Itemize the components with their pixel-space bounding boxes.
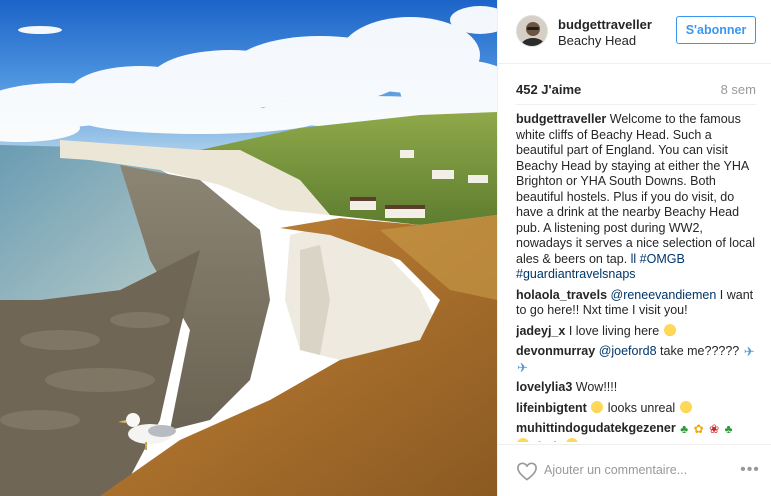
rose-emoji-icon: ❀: [550, 439, 560, 443]
comment-username[interactable]: devonmurray: [516, 344, 595, 358]
list-item: lifeinbigtent looks unreal: [516, 400, 756, 417]
comment-username[interactable]: budgettraveller: [516, 112, 606, 126]
comment-text: take me?????: [656, 344, 740, 358]
post-photo[interactable]: [0, 0, 497, 496]
heart-icon[interactable]: [516, 461, 538, 481]
comment-input[interactable]: [544, 459, 734, 481]
post-location[interactable]: Beachy Head: [558, 33, 636, 48]
avatar-image: [517, 16, 547, 46]
post-username[interactable]: budgettraveller: [558, 17, 652, 32]
sunflower-emoji-icon: ✿: [693, 422, 704, 436]
comment-text: Wow!!!!: [572, 380, 618, 394]
list-item: jadeyj_x I love living here: [516, 323, 756, 340]
comment-username[interactable]: jadeyj_x: [516, 324, 565, 338]
comment-username[interactable]: holaola_travels: [516, 288, 607, 302]
clover-emoji-icon: ♣: [680, 422, 689, 436]
smile-emoji-icon: [565, 437, 578, 442]
divider: [516, 104, 756, 105]
cliffs-photo: [0, 0, 497, 496]
post-side-panel: budgettraveller Beachy Head S'abonner 45…: [497, 0, 771, 496]
avatar[interactable]: [516, 15, 548, 47]
list-item: lovelylia3 Wow!!!!: [516, 380, 756, 396]
smile-emoji-icon: [663, 323, 676, 336]
post-header: budgettraveller Beachy Head S'abonner: [498, 0, 771, 64]
caption-comment: budgettraveller Welcome to the famous wh…: [516, 112, 756, 283]
list-item: muhittindogudatekgezener ♣ ✿ ❀ ♣ ❀ ❀: [516, 421, 756, 442]
clover-emoji-icon: ♣: [724, 422, 733, 436]
hashtag-link[interactable]: ll #OMGB: [631, 252, 685, 266]
airplane-emoji-icon: ✈: [743, 344, 755, 359]
comment-text: Welcome to the famous white cliffs of Be…: [516, 112, 756, 266]
likes-count[interactable]: 452 J'aime: [516, 82, 581, 97]
smile-emoji-icon: [679, 400, 692, 413]
mention-link[interactable]: @joeford8: [599, 344, 657, 358]
smile-emoji-icon: [591, 400, 604, 413]
rose-emoji-icon: ❀: [534, 439, 544, 443]
comment-username[interactable]: lifeinbigtent: [516, 401, 587, 415]
more-options-icon[interactable]: •••: [738, 459, 762, 481]
list-item: devonmurray @joeford8 take me????? ✈ ✈: [516, 344, 756, 375]
airplane-emoji-icon: ✈: [517, 359, 528, 375]
comment-footer: •••: [498, 444, 771, 496]
comments-list[interactable]: budgettraveller Welcome to the famous wh…: [516, 112, 756, 442]
comment-text: looks unreal: [604, 400, 679, 415]
follow-button[interactable]: S'abonner: [676, 16, 756, 44]
mention-link[interactable]: @reneevandiemen: [611, 288, 717, 302]
smile-emoji-icon: [517, 437, 529, 442]
likes-row: 452 J'aime 8 sem: [516, 82, 756, 98]
comment-text: I love living here: [565, 323, 663, 338]
hashtag-link[interactable]: #guardiantravelsnaps: [516, 267, 636, 281]
list-item: holaola_travels @reneevandiemen I want t…: [516, 288, 756, 319]
post-time[interactable]: 8 sem: [721, 82, 756, 97]
comment-username[interactable]: lovelylia3: [516, 380, 572, 394]
rose-emoji-icon: ❀: [709, 422, 720, 436]
comment-username[interactable]: muhittindogudatekgezener: [516, 421, 676, 435]
